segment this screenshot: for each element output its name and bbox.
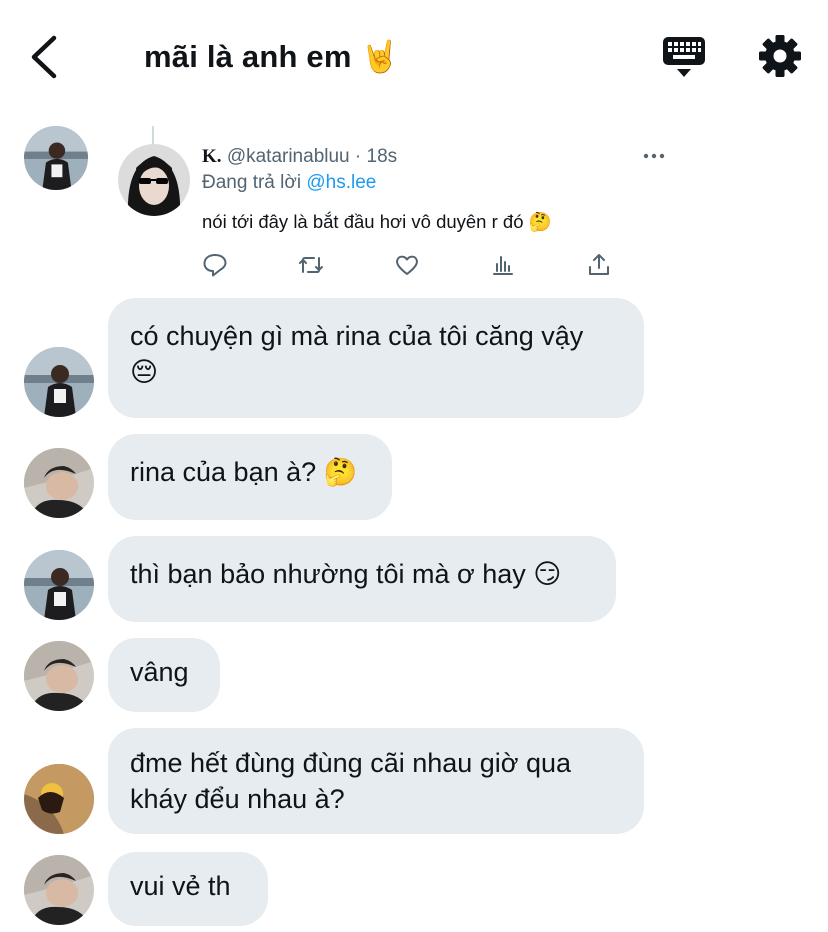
message-text: kháy đểu nhau à? xyxy=(130,784,345,814)
replying-to-handle[interactable]: @hs.lee xyxy=(306,172,376,193)
avatar[interactable] xyxy=(24,641,94,711)
tweet-time: · 18s xyxy=(354,146,398,167)
message-text: đme hết đùng đùng cãi nhau giờ qua xyxy=(130,748,572,778)
chat-header: mãi là anh em 🤘 xyxy=(0,0,828,110)
message-text: thì bạn bảo nhường tôi mà ơ hay 😏 xyxy=(130,559,562,589)
message-text: vâng xyxy=(130,657,189,687)
avatar[interactable] xyxy=(24,347,94,417)
tweet-header: K. @katarinabluu · 18s xyxy=(202,146,397,168)
tweet-actions xyxy=(202,252,622,278)
quoted-tweet[interactable]: K. @katarinabluu · 18s Đang trả lời @hs.… xyxy=(110,118,680,288)
analytics-icon[interactable] xyxy=(490,252,516,278)
more-options-icon[interactable] xyxy=(642,146,666,166)
share-icon[interactable] xyxy=(586,252,612,278)
tweet-handle[interactable]: @katarinabluu xyxy=(227,146,350,167)
avatar[interactable] xyxy=(24,448,94,518)
tweet-text: nói tới đây là bắt đầu hơi vô duyên r đó… xyxy=(202,211,552,232)
replying-to-label: Đang trả lời xyxy=(202,172,307,193)
message-bubble[interactable]: đme hết đùng đùng cãi nhau giờ qua kháy … xyxy=(108,728,644,834)
retweet-icon[interactable] xyxy=(298,252,324,278)
avatar[interactable] xyxy=(24,126,88,190)
message-text: 😔 xyxy=(130,357,159,387)
conversation-title: mãi là anh em 🤘 xyxy=(144,39,400,74)
avatar[interactable] xyxy=(24,550,94,620)
avatar[interactable] xyxy=(24,764,94,834)
message-text: có chuyện gì mà rina của tôi căng vậy xyxy=(130,321,584,351)
keyboard-icon[interactable] xyxy=(660,34,708,80)
replying-to: Đang trả lời @hs.lee xyxy=(202,172,376,194)
tweet-display-name[interactable]: K. xyxy=(202,146,222,167)
reply-icon[interactable] xyxy=(202,252,228,278)
message-bubble[interactable]: rina của bạn à? 🤔 xyxy=(108,434,392,520)
message-bubble[interactable]: vâng xyxy=(108,638,220,712)
message-bubble[interactable]: thì bạn bảo nhường tôi mà ơ hay 😏 xyxy=(108,536,616,622)
settings-gear-icon[interactable] xyxy=(756,32,804,80)
avatar[interactable] xyxy=(24,855,94,925)
back-arrow-icon[interactable] xyxy=(26,34,66,80)
message-text: vui vẻ th xyxy=(130,871,231,901)
message-text: rina của bạn à? 🤔 xyxy=(130,457,358,487)
like-icon[interactable] xyxy=(394,252,420,278)
tweet-author-avatar[interactable] xyxy=(118,144,190,216)
message-bubble[interactable]: vui vẻ th xyxy=(108,852,268,926)
message-bubble[interactable]: có chuyện gì mà rina của tôi căng vậy 😔 xyxy=(108,298,644,418)
